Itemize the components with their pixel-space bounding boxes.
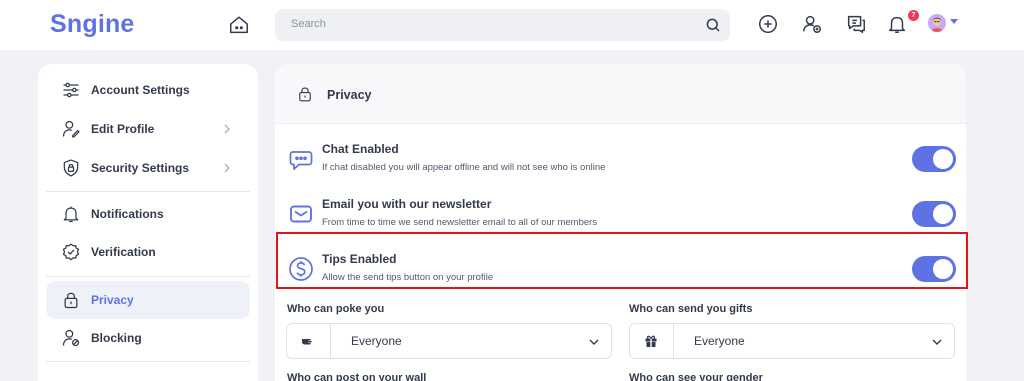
sidebar-item-verification[interactable]: Verification [46, 233, 250, 271]
friend-requests-icon[interactable] [801, 13, 823, 35]
sidebar-item-label: Security Settings [91, 161, 190, 175]
messages-icon[interactable] [845, 13, 867, 35]
setting-description: If chat disabled you will appear offline… [322, 162, 606, 173]
user-edit-icon [62, 120, 80, 138]
chevron-right-icon [224, 163, 230, 173]
poke-privacy-select[interactable]: Everyone [286, 323, 612, 359]
sidebar-item-account-settings[interactable]: Account Settings [46, 71, 250, 109]
shield-lock-icon [63, 159, 79, 177]
setting-row-chat: Chat Enabled If chat disabled you will a… [275, 134, 966, 186]
sidebar-item-notifications[interactable]: Notifications [46, 195, 250, 233]
search-icon[interactable] [704, 16, 722, 34]
notifications-badge: 7 [908, 10, 919, 21]
sidebar-divider [46, 191, 250, 192]
poke-field-label: Who can poke you [287, 303, 385, 315]
select-addon [630, 324, 674, 358]
sidebar-item-label: Account Settings [91, 83, 190, 97]
envelope-icon [290, 205, 312, 223]
site-logo[interactable]: Sngine [50, 10, 135, 39]
setting-title: Email you with our newsletter [322, 197, 492, 211]
top-navbar: Sngine Search 7 [0, 0, 1024, 50]
search-bar[interactable]: Search [275, 9, 730, 41]
sidebar-item-label: Notifications [91, 207, 164, 221]
sidebar-item-edit-profile[interactable]: Edit Profile [46, 110, 250, 148]
search-input[interactable]: Search [291, 18, 326, 30]
wall-field-label: Who can post on your wall [287, 372, 427, 381]
sidebar-item-security-settings[interactable]: Security Settings [46, 149, 250, 187]
newsletter-toggle[interactable] [912, 201, 956, 227]
toggle-knob [933, 149, 953, 169]
sidebar-item-label: Blocking [91, 331, 142, 345]
chevron-down-icon [932, 339, 942, 345]
sidebar-item-label: Privacy [91, 293, 134, 307]
select-value: Everyone [694, 334, 745, 348]
sidebar-item-privacy[interactable]: Privacy [46, 281, 250, 319]
bell-icon [63, 206, 79, 223]
sliders-icon [63, 82, 79, 98]
sidebar-item-blocking[interactable]: Blocking [46, 319, 250, 357]
chevron-down-icon [589, 339, 599, 345]
settings-sidebar: Account Settings Edit Profile Security S… [38, 64, 258, 381]
sidebar-divider [46, 276, 250, 277]
select-value: Everyone [351, 334, 402, 348]
bell-icon[interactable] [886, 13, 908, 35]
setting-title: Chat Enabled [322, 142, 399, 156]
sidebar-divider [46, 361, 250, 362]
chevron-right-icon [224, 124, 230, 134]
lock-icon [64, 292, 78, 309]
toggle-knob [933, 204, 953, 224]
home-icon[interactable] [228, 14, 250, 36]
privacy-panel: Privacy Chat Enabled If chat disabled yo… [275, 64, 966, 381]
page-title: Privacy [327, 88, 372, 102]
verified-badge-icon [62, 243, 80, 261]
panel-header: Privacy [275, 64, 966, 124]
chat-bubble-icon [289, 151, 313, 170]
user-block-icon [62, 329, 80, 347]
gifts-field-label: Who can send you gifts [629, 303, 753, 315]
gift-icon [645, 335, 657, 347]
create-plus-icon[interactable] [757, 13, 779, 35]
avatar[interactable] [928, 14, 946, 32]
setting-description: From time to time we send newsletter ema… [322, 217, 598, 228]
sidebar-item-label: Verification [91, 245, 156, 259]
gifts-privacy-select[interactable]: Everyone [629, 323, 955, 359]
poke-hand-icon [302, 339, 312, 345]
chat-enabled-toggle[interactable] [912, 146, 956, 172]
user-menu-caret-icon[interactable] [950, 19, 958, 24]
gender-field-label: Who can see your gender [629, 372, 763, 381]
sidebar-item-label: Edit Profile [91, 122, 155, 136]
lock-icon [299, 87, 311, 102]
tips-highlight-box [276, 232, 968, 289]
select-addon [287, 324, 331, 358]
